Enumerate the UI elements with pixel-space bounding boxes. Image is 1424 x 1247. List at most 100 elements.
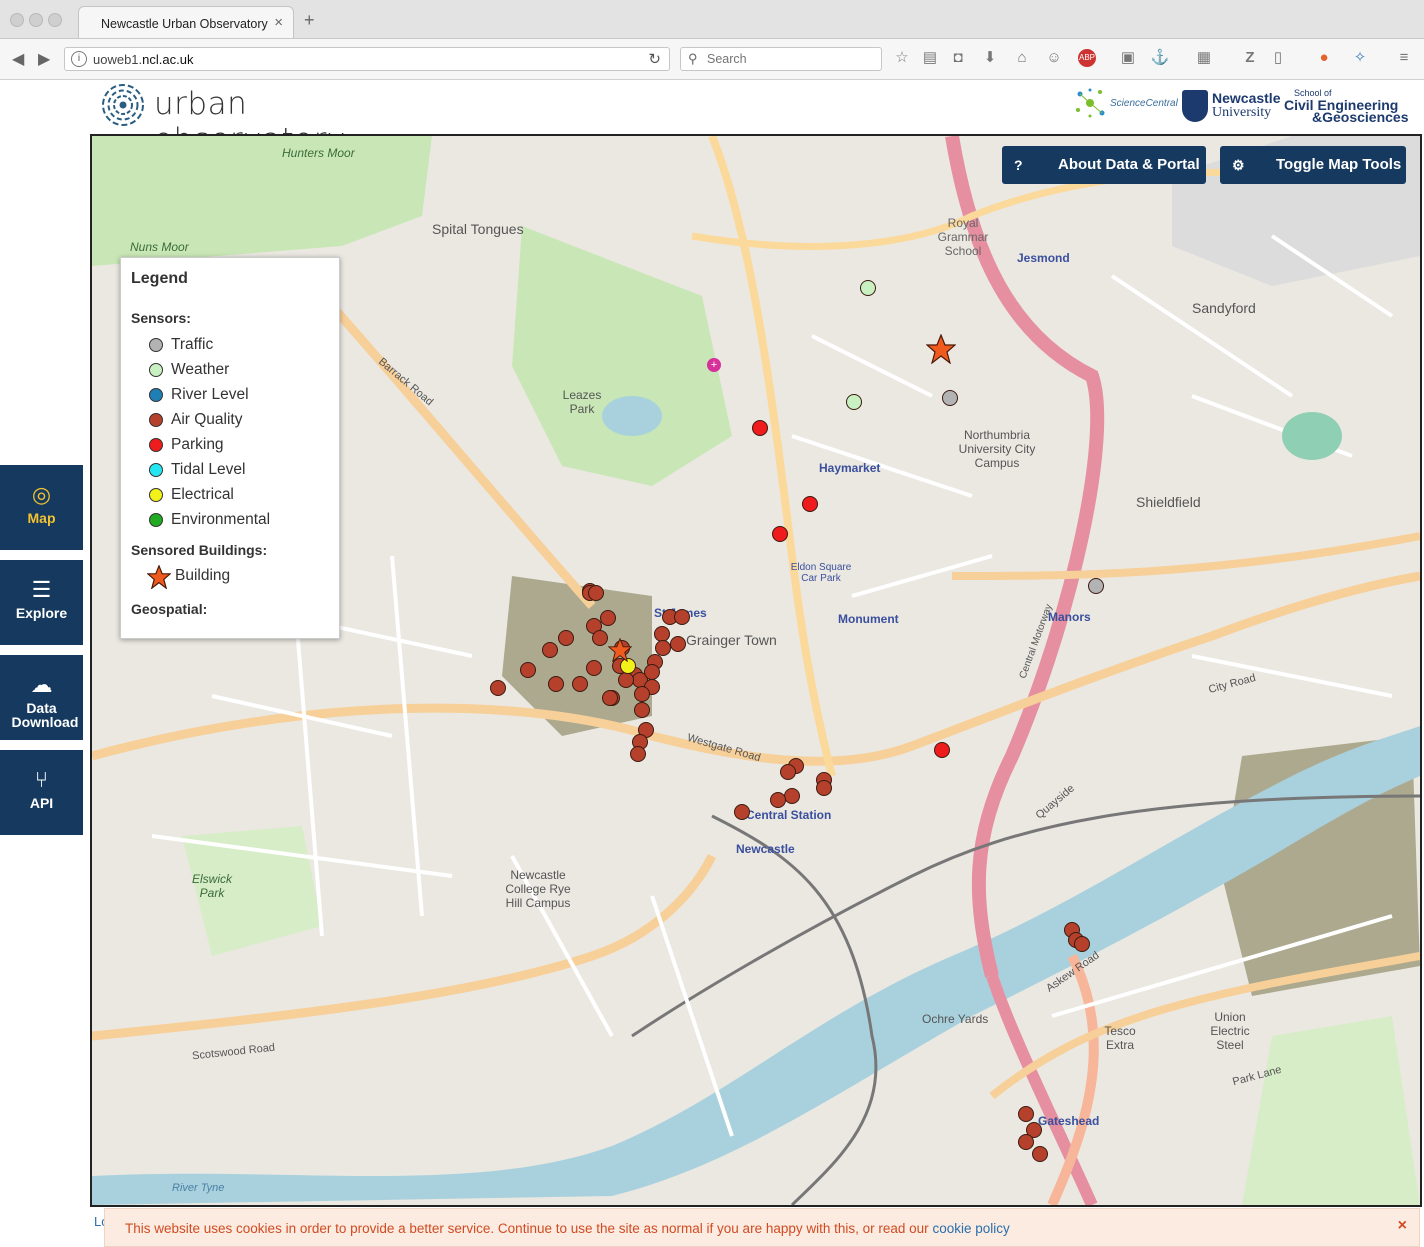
air-quality-sensor[interactable] [780, 764, 796, 780]
pocket-icon[interactable]: ◘ [948, 48, 968, 68]
parking-sensor[interactable] [772, 526, 788, 542]
lock-icon[interactable]: ▣ [1118, 48, 1138, 68]
sensored-building-star-icon[interactable] [608, 638, 632, 662]
nav-explore-button[interactable]: ☰ Explore [0, 560, 83, 645]
nav-data-download-button[interactable]: ☁ Data Download [0, 655, 83, 740]
nav-api-button[interactable]: ⑂ API [0, 750, 83, 835]
legend-label: River Level [171, 386, 249, 403]
window-minimize-dot[interactable] [29, 13, 43, 27]
nav-map-button[interactable]: ◎ Map [0, 465, 83, 550]
sciencecentral-text: ScienceCentral [1110, 98, 1178, 109]
air-quality-sensor[interactable] [618, 672, 634, 688]
search-box[interactable]: ⚲ [680, 47, 882, 71]
reader-list-icon[interactable]: ▤ [920, 48, 940, 68]
cloud-download-icon: ☁ [30, 672, 53, 697]
label-newcastle: Newcastle [736, 842, 795, 856]
parking-sensor[interactable] [934, 742, 950, 758]
label-sandyford: Sandyford [1192, 300, 1256, 316]
browser-tab[interactable]: Newcastle Urban Observatory × [78, 6, 294, 38]
air-quality-sensor[interactable] [542, 642, 558, 658]
weather-sensor[interactable] [846, 394, 862, 410]
back-icon[interactable]: ◀ [12, 49, 24, 69]
air-quality-sensor[interactable] [588, 585, 604, 601]
window-close-dot[interactable] [10, 13, 24, 27]
bookmark-star-icon[interactable]: ☆ [892, 48, 912, 68]
grid-icon[interactable]: ▦ [1194, 48, 1214, 68]
air-quality-sensor[interactable] [630, 746, 646, 762]
air-quality-sensor[interactable] [592, 630, 608, 646]
extension-icon[interactable]: ⚓ [1150, 48, 1170, 68]
emoji-icon[interactable]: ☺ [1044, 48, 1064, 68]
page-icon[interactable]: ▯ [1268, 48, 1288, 68]
nav-api-label: API [29, 795, 54, 811]
home-icon[interactable]: ⌂ [1012, 48, 1032, 68]
search-icon: ⚲ [688, 51, 698, 66]
cookie-policy-link[interactable]: cookie policy [932, 1221, 1009, 1236]
air-quality-sensor[interactable] [602, 690, 618, 706]
air-quality-sensor[interactable] [1018, 1134, 1034, 1150]
label-tesco-extra: Tesco Extra [1104, 1024, 1136, 1052]
air-quality-sensor[interactable] [520, 662, 536, 678]
forward-icon[interactable]: ▶ [38, 49, 50, 69]
legend-title: Legend [131, 270, 188, 287]
weather-sensor[interactable] [860, 280, 876, 296]
ncl-line2: University [1212, 105, 1272, 120]
air-quality-sensor[interactable] [644, 664, 660, 680]
air-quality-sensor[interactable] [1032, 1146, 1048, 1162]
reload-icon[interactable]: ↻ [648, 50, 661, 68]
air-quality-sensor[interactable] [674, 609, 690, 625]
map-canvas[interactable]: Hunters Moor Nuns Moor Spital Tongues Le… [90, 134, 1422, 1207]
air-quality-sensor[interactable] [572, 676, 588, 692]
air-quality-sensor[interactable] [558, 630, 574, 646]
translate-icon[interactable]: ✧ [1350, 48, 1370, 68]
sciencecentral-logo: ScienceCentral [1072, 86, 1178, 120]
about-data-portal-button[interactable]: ? About Data & Portal [1002, 146, 1206, 184]
cookie-close-icon[interactable]: × [1398, 1217, 1407, 1235]
urban-observatory-logo[interactable]: urban observatory [100, 82, 410, 158]
address-url: uoweb1.ncl.ac.uk [93, 52, 193, 67]
label-river-tyne: River Tyne [172, 1182, 225, 1194]
legend-item-weather: Weather [149, 360, 329, 382]
new-tab-icon[interactable]: + [304, 11, 315, 29]
menu-icon[interactable]: ≡ [1394, 48, 1414, 68]
sensored-building-star-icon[interactable] [926, 334, 956, 364]
tab-close-icon[interactable]: × [274, 14, 283, 31]
address-bar[interactable]: i uoweb1.ncl.ac.uk ↻ [64, 47, 670, 71]
air-quality-sensor[interactable] [734, 804, 750, 820]
air-quality-sensor[interactable] [816, 780, 832, 796]
browser-tab-strip: Newcastle Urban Observatory × + [0, 0, 1424, 39]
air-quality-sensor[interactable] [600, 610, 616, 626]
window-zoom-dot[interactable] [48, 13, 62, 27]
air-quality-sensor[interactable] [548, 676, 564, 692]
database-icon: ☰ [31, 577, 52, 602]
air-quality-sensor[interactable] [490, 680, 506, 696]
duckduckgo-icon[interactable]: ● [1314, 48, 1334, 68]
air-quality-sensor[interactable] [1018, 1106, 1034, 1122]
traffic-sensor[interactable] [942, 390, 958, 406]
air-quality-sensor[interactable] [770, 792, 786, 808]
hospital-icon: + [707, 358, 721, 372]
air-quality-sensor[interactable] [670, 636, 686, 652]
legend-label: Parking [171, 436, 224, 453]
legend-swatch [149, 488, 163, 502]
air-quality-sensor[interactable] [634, 702, 650, 718]
site-info-icon[interactable]: i [71, 51, 87, 67]
air-quality-sensor[interactable] [784, 788, 800, 804]
help-circle-icon: ? [1014, 157, 1023, 173]
zotero-icon[interactable]: Z [1240, 48, 1260, 68]
air-quality-sensor[interactable] [1074, 936, 1090, 952]
download-icon[interactable]: ⬇ [980, 48, 1000, 68]
air-quality-sensor[interactable] [634, 686, 650, 702]
traffic-sensor[interactable] [1088, 578, 1104, 594]
legend-geospatial-heading: Geospatial: [131, 601, 208, 617]
parking-sensor[interactable] [752, 420, 768, 436]
air-quality-sensor[interactable] [586, 660, 602, 676]
civil-engineering-logo: School of Civil Engineering &Geosciences [1284, 88, 1414, 128]
adblock-icon[interactable]: ABP [1078, 49, 1096, 67]
parking-sensor[interactable] [802, 496, 818, 512]
url-host: ncl.ac.uk [142, 52, 194, 67]
legend-label: Electrical [171, 486, 234, 503]
leazes-lake [602, 396, 662, 436]
search-input[interactable] [705, 51, 879, 67]
toggle-map-tools-button[interactable]: ⚙ Toggle Map Tools [1220, 146, 1406, 184]
